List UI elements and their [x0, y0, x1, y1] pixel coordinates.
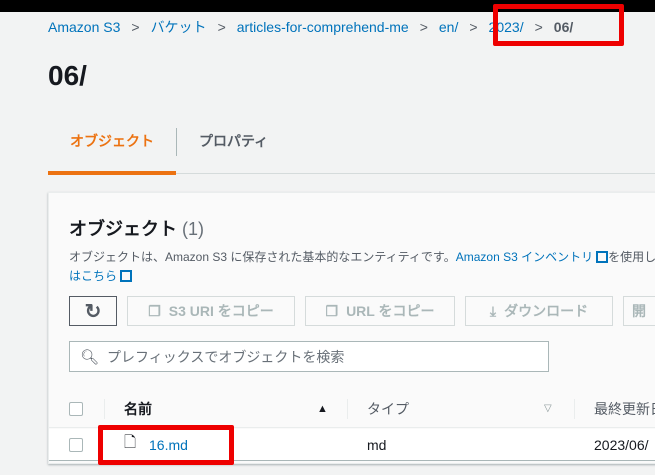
objects-panel: オブジェクト (1) オブジェクトは、Amazon S3 に保存された基本的なエ…: [48, 192, 655, 464]
row-checkbox[interactable]: [69, 437, 83, 452]
tab-bar: オブジェクト プロパティ: [48, 124, 655, 175]
here-link[interactable]: はこちら: [69, 269, 117, 283]
breadcrumb-buckets[interactable]: バケット: [151, 17, 207, 37]
object-modified: 2023/06/: [594, 436, 649, 453]
toolbar: ↻ ❐ S3 URI をコピー ❐ URL をコピー ⤓ ダウンロード 開: [69, 296, 655, 326]
download-icon: ⤓: [489, 302, 497, 319]
chevron-right-icon: >: [469, 19, 478, 35]
chevron-right-icon: >: [419, 19, 428, 35]
refresh-icon: ↻: [84, 300, 102, 323]
column-divider: [574, 398, 575, 419]
copy-s3-uri-button[interactable]: ❐ S3 URI をコピー: [127, 296, 295, 326]
copy-url-button[interactable]: ❐ URL をコピー: [305, 296, 455, 326]
object-count: (1): [182, 219, 205, 239]
desc-tail: を使用し: [608, 250, 655, 264]
breadcrumb-en[interactable]: en/: [439, 19, 458, 35]
column-divider: [104, 398, 105, 419]
copy-icon: ❐: [148, 302, 161, 319]
page-title: 06/: [48, 60, 87, 91]
column-type-header[interactable]: タイプ: [367, 399, 409, 419]
panel-description: オブジェクトは、Amazon S3 に保存された基本的なエンティティです。Ama…: [69, 248, 655, 286]
highlight-box-file: [98, 425, 234, 465]
button-label: URL をコピー: [346, 303, 435, 319]
button-label: S3 URI をコピー: [168, 303, 274, 319]
tab-objects[interactable]: オブジェクト: [48, 124, 176, 175]
sort-icon[interactable]: ▽: [544, 403, 552, 414]
external-link-icon: [596, 251, 609, 263]
breadcrumb-bucket[interactable]: articles-for-comprehend-me: [237, 19, 409, 35]
button-label: ダウンロード: [504, 303, 589, 319]
column-name-header[interactable]: 名前: [124, 399, 152, 419]
column-modified-header[interactable]: 最終更新日: [594, 399, 655, 419]
copy-icon: ❐: [325, 302, 339, 319]
chevron-right-icon: >: [217, 19, 226, 35]
object-type: md: [367, 436, 387, 453]
tab-properties[interactable]: プロパティ: [177, 124, 290, 174]
column-divider: [347, 398, 348, 419]
table-header: 名前 ▲ タイプ ▽ 最終更新日: [49, 390, 655, 428]
open-button[interactable]: 開: [623, 296, 655, 326]
refresh-button[interactable]: ↻: [69, 296, 117, 326]
button-label: 開: [632, 303, 646, 319]
sort-ascending-icon[interactable]: ▲: [317, 403, 328, 415]
desc-text: オブジェクトは、Amazon S3 に保存された基本的なエンティティです。: [69, 250, 456, 264]
select-all-checkbox[interactable]: [69, 401, 83, 416]
inventory-link[interactable]: Amazon S3 インベントリ: [456, 250, 593, 264]
heading-text: オブジェクト: [69, 219, 177, 239]
external-link-icon: [120, 270, 133, 282]
search-icon: 🔍︎: [80, 348, 100, 366]
search-placeholder: プレフィックスでオブジェクトを検索: [107, 348, 345, 365]
chevron-right-icon: >: [131, 19, 140, 35]
panel-heading: オブジェクト (1): [69, 215, 204, 241]
download-button[interactable]: ⤓ ダウンロード: [465, 296, 613, 326]
search-input[interactable]: 🔍︎ プレフィックスでオブジェクトを検索: [69, 341, 549, 372]
highlight-box-breadcrumb: [493, 4, 624, 46]
breadcrumb-s3[interactable]: Amazon S3: [48, 19, 120, 35]
